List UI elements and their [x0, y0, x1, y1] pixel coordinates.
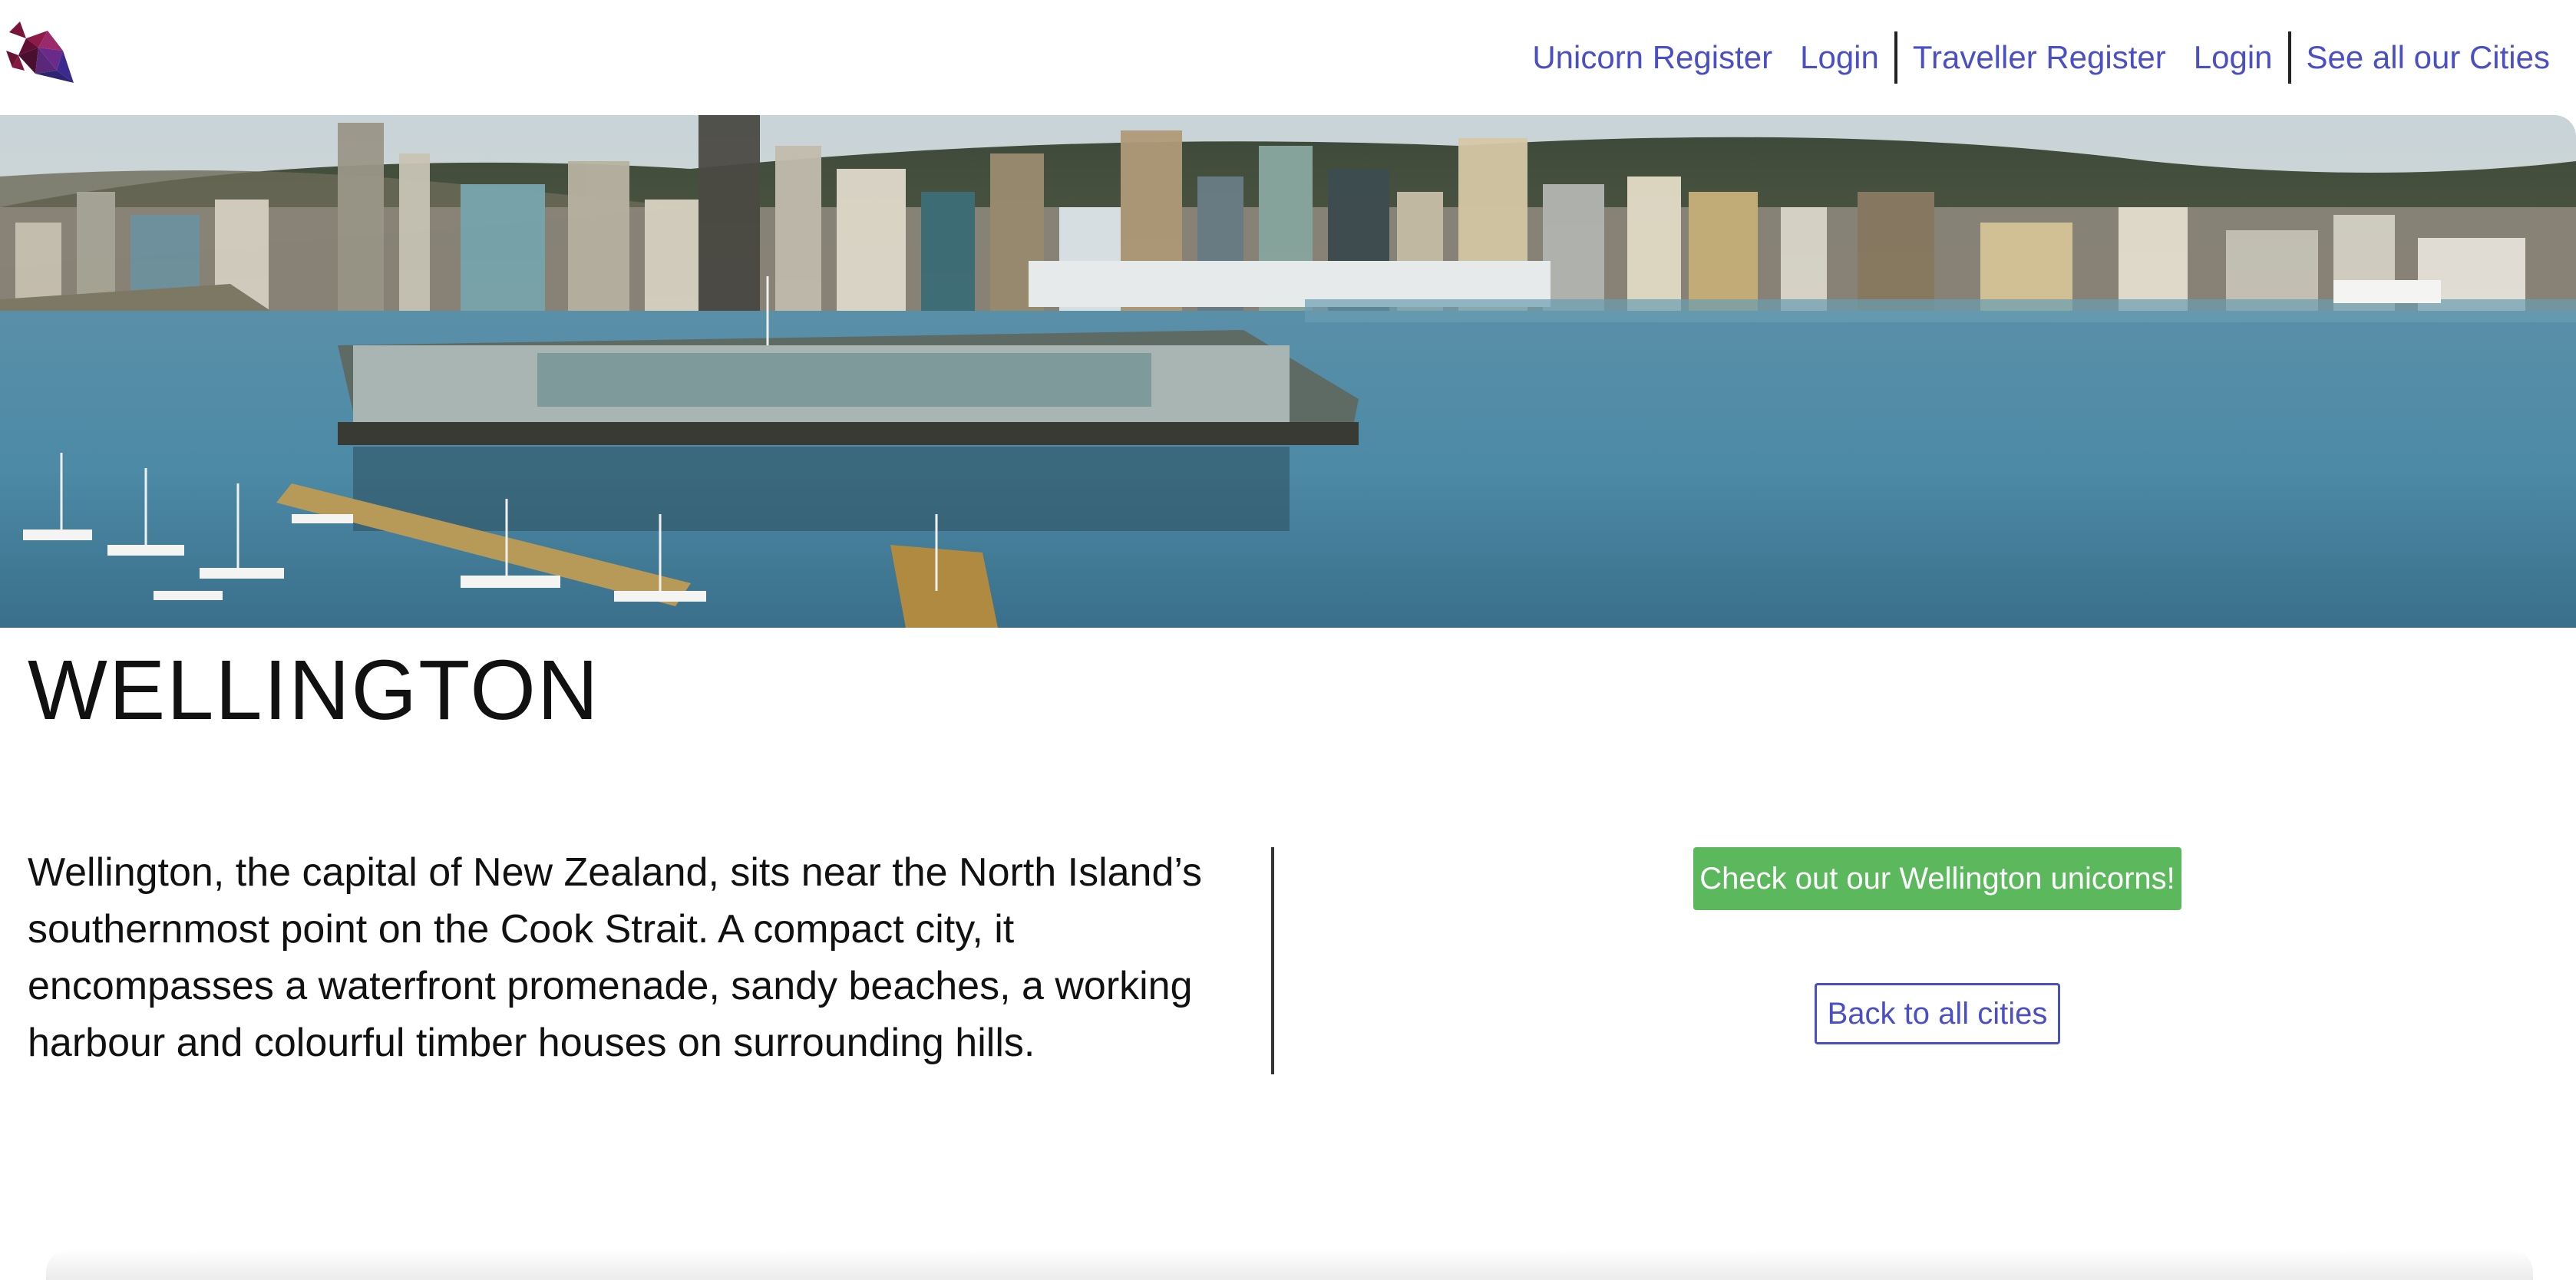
nav-links: Unicorn Register Login Traveller Registe… — [1518, 31, 2564, 84]
unicorn-logo-icon[interactable] — [3, 17, 77, 86]
all-cities-link[interactable]: See all our Cities — [2293, 39, 2564, 76]
nav-divider — [2287, 31, 2291, 84]
hero-city-image — [0, 115, 2576, 628]
city-description: Wellington, the capital of New Zealand, … — [28, 850, 1203, 1065]
unicorn-register-link[interactable]: Unicorn Register — [1518, 39, 1786, 76]
top-nav: Unicorn Register Login Traveller Registe… — [0, 0, 2576, 115]
unicorn-login-link[interactable]: Login — [1786, 39, 1893, 76]
nav-divider — [1894, 31, 1897, 84]
footer-edge — [46, 1249, 2533, 1280]
content-divider — [1271, 847, 1274, 1074]
traveller-login-link[interactable]: Login — [2180, 39, 2287, 76]
back-to-cities-button[interactable]: Back to all cities — [1815, 983, 2060, 1044]
traveller-register-link[interactable]: Traveller Register — [1899, 39, 2180, 76]
view-unicorns-button[interactable]: Check out our Wellington unicorns! — [1693, 847, 2181, 910]
page-title: WELLINGTON — [28, 643, 600, 737]
